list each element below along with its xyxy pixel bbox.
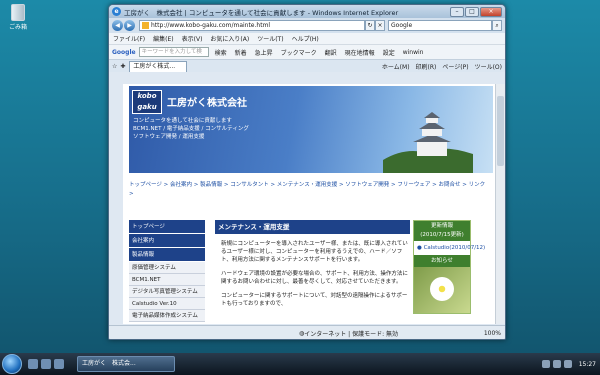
url-text: http://www.kobo-gaku.com/mainte.html [151, 22, 271, 29]
ie-launch-icon[interactable] [54, 359, 64, 369]
translate-button[interactable]: 翻訳 [325, 48, 337, 57]
sidebar-subitem[interactable]: 原価管理システム [129, 262, 205, 274]
security-zone: インターネット | 保護モード: 無効 [304, 331, 399, 338]
tagline-line2: BCM1.NET / 電子納品支援 / コンサルティング [133, 126, 249, 132]
menu-help[interactable]: ヘルプ(H) [292, 34, 319, 43]
update-link-text[interactable]: Calstudio(2010/07/12) [424, 245, 486, 251]
ie-icon: e [112, 7, 121, 16]
castle-image [383, 112, 473, 173]
sidebar-item-products[interactable]: 製品情報 [129, 248, 205, 262]
site-header: kobo gaku 工房がく株式会社 コンピュータを通して社会に貢献します BC… [129, 86, 493, 173]
paragraph: ハードウェア環境の設置が必要な場合の、サポート、利用方法、操作方法に関するお問い… [221, 271, 408, 285]
maximize-button[interactable]: □ [465, 6, 479, 17]
recycle-bin-label: ごみ箱 [8, 24, 27, 31]
start-button[interactable] [2, 354, 22, 374]
menu-favorites[interactable]: お気に入り(A) [210, 34, 249, 43]
update-panel: 更新情報 (2010/7/15更新) ● Calstudio(2010/07/1… [413, 220, 485, 314]
taskbar: 工房がく 株式会... 15:27 [0, 353, 600, 375]
paragraph: 新規にコンピューターを導入されたユーザー様、または、既に導入されているユーザー様… [221, 241, 408, 263]
google-news-button[interactable]: 新着 [235, 48, 247, 57]
menu-edit[interactable]: 編集(E) [153, 34, 173, 43]
sidebar-item-top[interactable]: トップページ [129, 220, 205, 234]
google-logo: Google [112, 48, 136, 56]
paragraph: コンピューターに関するサポートについて、対話型の遠隔操作によるサポートも行ってお… [221, 293, 408, 307]
address-bar: ◀ ▶ http://www.kobo-gaku.com/mainte.html… [109, 18, 505, 33]
tab-bar: ☆ ✚ 工房がく株式... ホーム(M) 印刷(R) ページ(P) ツール(O) [109, 59, 505, 72]
tools-menu-button[interactable]: ツール(O) [475, 62, 502, 71]
trash-icon [11, 4, 25, 21]
menu-bar: ファイル(F) 編集(E) 表示(V) お気に入り(A) ツール(T) ヘルプ(… [109, 33, 505, 44]
sidebar-item-company[interactable]: 会社案内 [129, 234, 205, 248]
system-tray: 15:27 [538, 353, 600, 375]
settings-button[interactable]: 設定 [383, 48, 395, 57]
recycle-bin-icon[interactable]: ごみ箱 [5, 4, 31, 31]
network-icon[interactable] [541, 360, 550, 368]
taskbar-window-button[interactable]: 工房がく 株式会... [77, 356, 175, 372]
window-title: 工房がく 株式会社 | コンピュータを通して社会に貢献します - Windows… [124, 8, 399, 17]
menu-file[interactable]: ファイル(F) [113, 34, 145, 43]
refresh-button[interactable]: ↻ [365, 20, 375, 31]
update-heading-date: (2010/7/15更新) [420, 232, 464, 238]
site-logo[interactable]: kobo gaku [132, 90, 162, 114]
location-button[interactable]: 現在地情報 [345, 48, 375, 57]
minimize-button[interactable]: – [450, 6, 464, 17]
page-content: kobo gaku 工房がく株式会社 コンピュータを通して社会に貢献します BC… [123, 84, 495, 324]
tagline: コンピュータを通して社会に貢献します BCM1.NET / 電子納品支援 / コ… [133, 117, 249, 141]
scroll-thumb[interactable] [497, 96, 504, 166]
sidebar-subitem[interactable]: Calstudio Ver.10 [129, 298, 205, 310]
volume-icon[interactable] [552, 360, 561, 368]
site-favicon-icon [142, 22, 149, 29]
google-search-input[interactable]: キーワードを入力して検 [138, 47, 209, 57]
side-navigation: トップページ 会社案内 製品情報 原価管理システム BCM1.NET デジタル写… [129, 220, 205, 322]
update-link[interactable]: ● Calstudio(2010/07/12) [414, 241, 485, 253]
tagline-line1: コンピュータを通して社会に貢献します [133, 118, 232, 124]
title-bar[interactable]: e 工房がく 株式会社 | コンピュータを通して社会に貢献します - Windo… [109, 5, 505, 18]
menu-tools[interactable]: ツール(T) [257, 34, 283, 43]
notice-heading: お知らせ [414, 255, 470, 267]
print-button[interactable]: 印刷(R) [416, 62, 437, 71]
logo-top-text: kobo [137, 92, 157, 100]
logo-bottom-text: gaku [137, 103, 157, 111]
stop-button[interactable]: × [375, 20, 385, 31]
url-input[interactable]: http://www.kobo-gaku.com/mainte.html [139, 20, 365, 31]
clock[interactable]: 15:27 [579, 361, 596, 368]
breadcrumb[interactable]: トップページ > 会社案内 > 製品情報 > コンサルタント > メンテナンス・… [129, 181, 491, 199]
ime-icon[interactable] [563, 360, 572, 368]
user-button[interactable]: winwin [403, 49, 424, 56]
search-icon[interactable]: ⌕ [492, 20, 502, 31]
quick-launch [28, 359, 67, 369]
sidebar-subitem[interactable]: BCM1.NET [129, 274, 205, 286]
google-top-button[interactable]: 急上昇 [255, 48, 273, 57]
section-heading: メンテナンス・運用支援 [215, 220, 410, 234]
page-menu-button[interactable]: ページ(P) [442, 62, 468, 71]
main-article: メンテナンス・運用支援 新規にコンピューターを導入されたユーザー様、または、既に… [215, 220, 410, 308]
update-heading: 更新情報 (2010/7/15更新) [414, 221, 470, 241]
forward-button[interactable]: ▶ [124, 20, 135, 31]
favorites-star-icon[interactable]: ☆ [112, 63, 117, 70]
home-button[interactable]: ホーム(M) [382, 62, 410, 71]
company-name: 工房がく株式会社 [167, 98, 247, 109]
close-button[interactable]: × [480, 6, 502, 17]
status-bar: ◍ インターネット | 保護モード: 無効 100% [109, 325, 505, 339]
tab-active[interactable]: 工房がく株式... [129, 60, 188, 72]
search-input[interactable]: Google [388, 20, 492, 31]
browser-window: e 工房がく 株式会社 | コンピュータを通して社会に貢献します - Windo… [108, 4, 506, 340]
show-desktop-icon[interactable] [28, 359, 38, 369]
google-search-button[interactable]: 検索 [215, 48, 227, 57]
back-button[interactable]: ◀ [112, 20, 123, 31]
update-heading-title: 更新情報 [430, 223, 453, 229]
bookmark-button[interactable]: ブックマーク [281, 48, 317, 57]
add-favorite-icon[interactable]: ✚ [120, 63, 125, 70]
google-toolbar: Google キーワードを入力して検 検索 新着 急上昇 ブックマーク 翻訳 現… [109, 44, 505, 59]
zoom-level[interactable]: 100% [484, 330, 501, 337]
switch-windows-icon[interactable] [41, 359, 51, 369]
tagline-line3: ソフトウェア開発 / 運用支援 [133, 134, 205, 140]
sidebar-subitem[interactable]: 電子納品媒体作成システム [129, 310, 205, 322]
menu-view[interactable]: 表示(V) [182, 34, 203, 43]
flower-image [414, 267, 470, 313]
search-engine-label: Google [391, 22, 413, 29]
vertical-scrollbar[interactable] [495, 84, 505, 324]
sidebar-subitem[interactable]: デジタル写真管理システム [129, 286, 205, 298]
